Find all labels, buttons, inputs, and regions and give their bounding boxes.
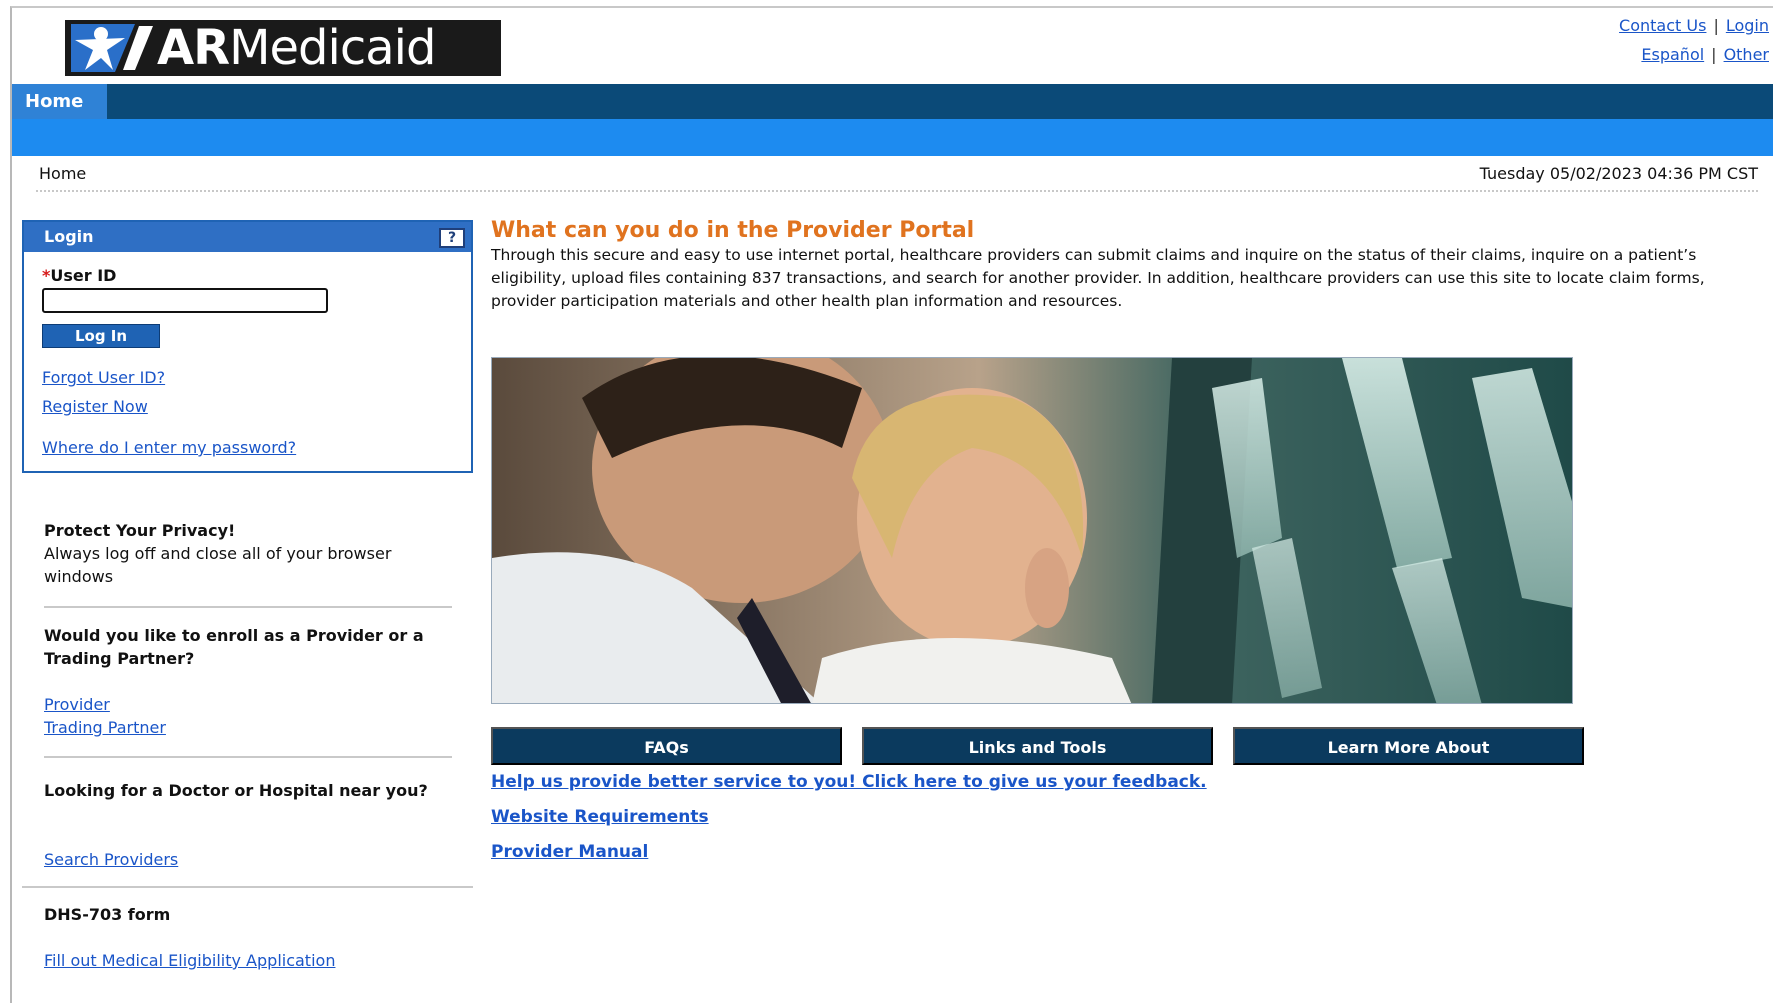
link-separator: | bbox=[1713, 16, 1719, 35]
learn-more-about-button[interactable]: Learn More About bbox=[1233, 727, 1584, 765]
privacy-title-text: Protect Your Privacy! bbox=[44, 521, 236, 540]
privacy-title: Protect Your Privacy! bbox=[44, 519, 235, 542]
other-link[interactable]: Other bbox=[1724, 45, 1769, 64]
userid-input[interactable] bbox=[42, 288, 328, 313]
contact-us-link[interactable]: Contact Us bbox=[1619, 16, 1706, 35]
star-person-icon bbox=[65, 20, 157, 76]
login-panel: Login ? *User ID Log In Forgot User ID? … bbox=[22, 220, 473, 473]
register-now-link[interactable]: Register Now bbox=[42, 397, 148, 416]
portal-title: What can you do in the Provider Portal bbox=[491, 218, 975, 243]
main-nav-bar bbox=[12, 84, 1773, 119]
breadcrumb-divider bbox=[36, 190, 1758, 192]
sidebar-divider bbox=[22, 886, 473, 888]
login-panel-header: Login ? bbox=[24, 222, 471, 252]
login-panel-title: Login bbox=[44, 227, 94, 246]
espanol-link[interactable]: Español bbox=[1641, 45, 1704, 64]
help-icon[interactable]: ? bbox=[439, 228, 465, 248]
forgot-userid-link[interactable]: Forgot User ID? bbox=[42, 368, 165, 387]
utility-links-row2: Español | Other bbox=[1619, 40, 1769, 69]
provider-manual-link[interactable]: Provider Manual bbox=[491, 842, 648, 862]
hero-image-doctors-xray bbox=[491, 357, 1573, 704]
doctor-title: Looking for a Doctor or Hospital near yo… bbox=[44, 779, 456, 802]
sidebar-divider bbox=[44, 606, 452, 608]
dhs-form-title-text: DHS-703 form bbox=[44, 905, 171, 924]
links-and-tools-button[interactable]: Links and Tools bbox=[862, 727, 1213, 765]
portal-intro-text: Through this secure and easy to use inte… bbox=[491, 246, 1705, 310]
enroll-title: Would you like to enroll as a Provider o… bbox=[44, 624, 456, 670]
privacy-text: Always log off and close all of your bro… bbox=[44, 544, 392, 586]
login-button[interactable]: Log In bbox=[42, 324, 160, 348]
utility-links-row1: Contact Us | Login bbox=[1619, 11, 1769, 40]
enroll-provider-link[interactable]: Provider bbox=[44, 693, 110, 716]
faqs-button[interactable]: FAQs bbox=[491, 727, 842, 765]
userid-label: *User ID bbox=[42, 266, 116, 285]
breadcrumb: Home bbox=[39, 164, 87, 183]
feedback-link[interactable]: Help us provide better service to you! C… bbox=[491, 772, 1207, 792]
link-separator: | bbox=[1711, 45, 1717, 64]
logo-wordmark: ARMedicaid bbox=[157, 20, 436, 76]
utility-links: Contact Us | Login Español | Other bbox=[1619, 11, 1769, 69]
dhs-form-title: DHS-703 form bbox=[44, 903, 170, 926]
nav-tab-home[interactable]: Home bbox=[12, 84, 107, 119]
sub-nav-bar bbox=[12, 119, 1773, 156]
doctor-title-text: Looking for a Doctor or Hospital near yo… bbox=[44, 781, 428, 800]
sidebar-divider bbox=[44, 756, 452, 758]
enroll-trading-partner-link[interactable]: Trading Partner bbox=[44, 716, 166, 739]
enroll-title-text: Would you like to enroll as a Provider o… bbox=[44, 626, 424, 668]
armedicaid-logo[interactable]: ARMedicaid bbox=[65, 20, 501, 76]
medical-eligibility-link[interactable]: Fill out Medical Eligibility Application bbox=[44, 949, 335, 972]
password-help-link[interactable]: Where do I enter my password? bbox=[42, 438, 296, 457]
current-datetime: Tuesday 05/02/2023 04:36 PM CST bbox=[1479, 164, 1758, 183]
login-link[interactable]: Login bbox=[1726, 16, 1769, 35]
search-providers-link[interactable]: Search Providers bbox=[44, 848, 178, 871]
logo-text-regular: Medicaid bbox=[229, 20, 436, 76]
website-requirements-link[interactable]: Website Requirements bbox=[491, 807, 709, 827]
userid-label-text: User ID bbox=[50, 266, 117, 285]
logo-text-bold: AR bbox=[157, 20, 230, 76]
